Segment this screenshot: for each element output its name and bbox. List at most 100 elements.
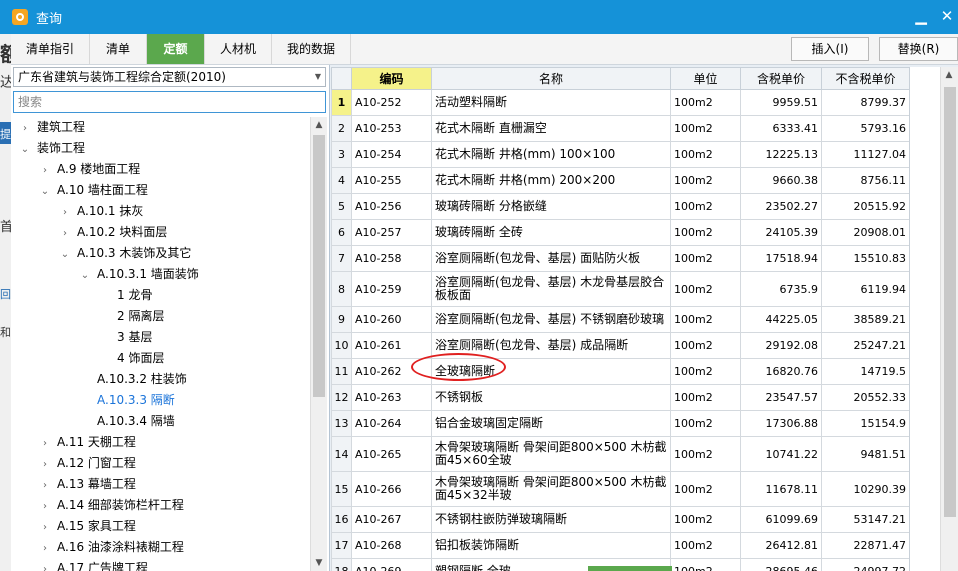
name-cell: 铝合金玻璃固定隔断 <box>431 410 671 437</box>
code-cell: A10-258 <box>351 245 432 272</box>
column-header-price-without-tax[interactable]: 不含税单价 <box>821 67 909 90</box>
tree-item[interactable]: 3 基层 <box>99 327 152 348</box>
chevron-right-icon[interactable]: › <box>39 433 51 454</box>
insert-button[interactable]: 插入(I) <box>791 37 869 61</box>
tree-item[interactable]: 4 饰面层 <box>99 348 164 369</box>
tree-item[interactable]: › A.12 门窗工程 <box>39 453 136 474</box>
name-cell: 玻璃砖隔断 分格嵌缝 <box>431 193 671 220</box>
chevron-right-icon[interactable]: › <box>59 223 71 244</box>
close-icon[interactable]: ✕ <box>936 6 958 26</box>
price-with-tax-cell: 6333.41 <box>740 115 822 142</box>
tab-bill[interactable]: 清单 <box>90 34 147 64</box>
scroll-up-icon[interactable]: ▲ <box>941 67 957 83</box>
name-cell: 木骨架玻璃隔断 骨架间距800×500 木枋截面45×32半玻 <box>431 471 671 507</box>
chevron-right-icon[interactable]: › <box>39 496 51 517</box>
grid-scrollbar[interactable]: ▲ <box>940 67 958 571</box>
name-cell: 铝扣板装饰隔断 <box>431 532 671 559</box>
chevron-down-icon[interactable]: ⌄ <box>79 265 91 286</box>
code-cell: A10-263 <box>351 384 432 411</box>
quota-results-grid: 编码 名称 单位 含税单价 不含税单价 1 A10-252 活动塑料隔断 100m2 9… <box>331 67 909 571</box>
scrollbar-thumb[interactable] <box>313 135 325 397</box>
row-index-cell: 15 <box>331 471 352 507</box>
tree-item[interactable]: A.10.3.3 隔断 <box>79 390 175 411</box>
tree-item[interactable]: › A.16 油漆涂料裱糊工程 <box>39 537 184 558</box>
scroll-down-icon[interactable]: ▼ <box>311 555 327 571</box>
table-row[interactable]: 10 A10-261 浴室厕隔断(包龙骨、基层) 成品隔断 100m2 29192.08… <box>331 332 909 359</box>
table-row[interactable]: 8 A10-259 浴室厕隔断(包龙骨、基层) 木龙骨基层胶合板板面 100m2 673… <box>331 271 909 307</box>
chevron-right-icon[interactable]: › <box>39 538 51 559</box>
scroll-up-icon[interactable]: ▲ <box>311 117 327 133</box>
tree-item[interactable]: › A.14 细部装饰栏杆工程 <box>39 495 184 516</box>
quota-library-select[interactable]: 广东省建筑与装饰工程综合定额(2010) ▼ <box>13 67 326 87</box>
tree-scrollbar[interactable]: ▲ ▼ <box>310 117 327 571</box>
tree-item[interactable]: › 建筑工程 <box>19 117 85 138</box>
table-row[interactable]: 2 A10-253 花式木隔断 直栅漏空 100m2 6333.41 5793.16 <box>331 115 909 142</box>
tree-item[interactable]: ⌄ A.10.3 木装饰及其它 <box>59 243 192 265</box>
unit-cell: 100m2 <box>670 471 741 507</box>
table-row[interactable]: 17 A10-268 铝扣板装饰隔断 100m2 26412.81 22871.47 <box>331 532 909 559</box>
table-row[interactable]: 5 A10-256 玻璃砖隔断 分格嵌缝 100m2 23502.27 20515.92 <box>331 193 909 220</box>
chevron-right-icon[interactable]: › <box>59 202 71 223</box>
column-header-name[interactable]: 名称 <box>431 67 671 90</box>
tab-my-data[interactable]: 我的数据 <box>272 34 351 64</box>
column-header-code[interactable]: 编码 <box>351 67 432 90</box>
chevron-right-icon[interactable]: › <box>39 517 51 538</box>
red-annotation-circle <box>411 353 506 381</box>
table-row[interactable]: 15 A10-266 木骨架玻璃隔断 骨架间距800×500 木枋截面45×32半玻… <box>331 471 909 507</box>
chevron-right-icon[interactable]: › <box>39 559 51 571</box>
table-row[interactable]: 12 A10-263 不锈钢板 100m2 23547.57 20552.33 <box>331 384 909 411</box>
minimize-icon[interactable]: ▁ <box>910 6 932 26</box>
name-cell: 花式木隔断 直栅漏空 <box>431 115 671 142</box>
tab-labor-material-machine[interactable]: 人材机 <box>205 34 272 64</box>
tree-item[interactable]: 1 龙骨 <box>99 285 152 306</box>
chevron-right-icon[interactable]: › <box>39 475 51 496</box>
chevron-right-icon[interactable]: › <box>19 118 31 139</box>
tree-item-label: A.10.2 块料面层 <box>77 225 168 239</box>
chevron-right-icon[interactable]: › <box>39 160 51 181</box>
table-row[interactable]: 14 A10-265 木骨架玻璃隔断 骨架间距800×500 木枋截面45×60全玻… <box>331 436 909 472</box>
tree-item[interactable]: › A.17 广告牌工程 <box>39 558 148 571</box>
name-cell: 不锈钢板 <box>431 384 671 411</box>
unit-cell: 100m2 <box>670 436 741 472</box>
chevron-down-icon[interactable]: ⌄ <box>39 181 51 202</box>
scrollbar-thumb[interactable] <box>944 87 956 517</box>
tree-item[interactable]: › A.11 天棚工程 <box>39 432 136 453</box>
unit-cell: 100m2 <box>670 167 741 194</box>
table-row[interactable]: 4 A10-255 花式木隔断 井格(mm) 200×200 100m2 9660.38… <box>331 167 909 194</box>
tab-quota[interactable]: 定额 <box>147 34 205 64</box>
chevron-down-icon[interactable]: ⌄ <box>59 244 71 265</box>
table-row[interactable]: 16 A10-267 不锈钢柱嵌防弹玻璃隔断 100m2 61099.69 53147.2… <box>331 506 909 533</box>
column-header-unit[interactable]: 单位 <box>670 67 741 90</box>
tree-item-label: A.10.3.2 柱装饰 <box>97 372 187 386</box>
chevron-down-icon[interactable]: ▼ <box>315 68 321 86</box>
table-row[interactable]: 1 A10-252 活动塑料隔断 100m2 9959.51 8799.37 <box>331 89 909 116</box>
tree-item[interactable]: › A.15 家具工程 <box>39 516 136 537</box>
row-index-cell: 1 <box>331 89 352 116</box>
tree-item[interactable]: › A.9 楼地面工程 <box>39 159 140 180</box>
unit-cell: 100m2 <box>670 219 741 246</box>
tab-bill-guide[interactable]: 清单指引 <box>11 34 90 64</box>
replace-button[interactable]: 替换(R) <box>879 37 958 61</box>
tree-item[interactable]: › A.10.2 块料面层 <box>59 222 167 243</box>
tree-item[interactable]: ⌄ A.10.3.1 墙面装饰 <box>79 264 199 285</box>
tree-item[interactable]: 2 隔离层 <box>99 306 164 327</box>
chevron-down-icon[interactable]: ⌄ <box>19 139 31 160</box>
table-row[interactable]: 7 A10-258 浴室厕隔断(包龙骨、基层) 面贴防火板 100m2 17518.94… <box>331 245 909 272</box>
tree-item[interactable]: › A.13 幕墙工程 <box>39 474 136 495</box>
column-header-price-with-tax[interactable]: 含税单价 <box>740 67 822 90</box>
tree-item[interactable]: A.10.3.4 隔墙 <box>79 411 175 432</box>
tree-item[interactable]: › A.10.1 抹灰 <box>59 201 143 222</box>
tree-item-label: A.10.3.4 隔墙 <box>97 414 175 428</box>
price-without-tax-cell: 8799.37 <box>821 89 909 116</box>
chevron-right-icon[interactable]: › <box>39 454 51 475</box>
tree-item[interactable]: A.10.3.2 柱装饰 <box>79 369 187 390</box>
tree-item[interactable]: ⌄ A.10 墙柱面工程 <box>39 180 148 201</box>
tree-item[interactable]: ⌄ 装饰工程 <box>19 138 85 159</box>
row-index-cell: 10 <box>331 332 352 359</box>
price-without-tax-cell: 20552.33 <box>821 384 909 411</box>
table-row[interactable]: 13 A10-264 铝合金玻璃固定隔断 100m2 17306.88 15154.9 <box>331 410 909 437</box>
search-input[interactable]: 搜索 <box>13 91 326 113</box>
table-row[interactable]: 6 A10-257 玻璃砖隔断 全砖 100m2 24105.39 20908.01 <box>331 219 909 246</box>
table-row[interactable]: 3 A10-254 花式木隔断 井格(mm) 100×100 100m2 12225.1… <box>331 141 909 168</box>
table-row[interactable]: 9 A10-260 浴室厕隔断(包龙骨、基层) 不锈钢磨砂玻璃 100m2 44225.… <box>331 306 909 333</box>
